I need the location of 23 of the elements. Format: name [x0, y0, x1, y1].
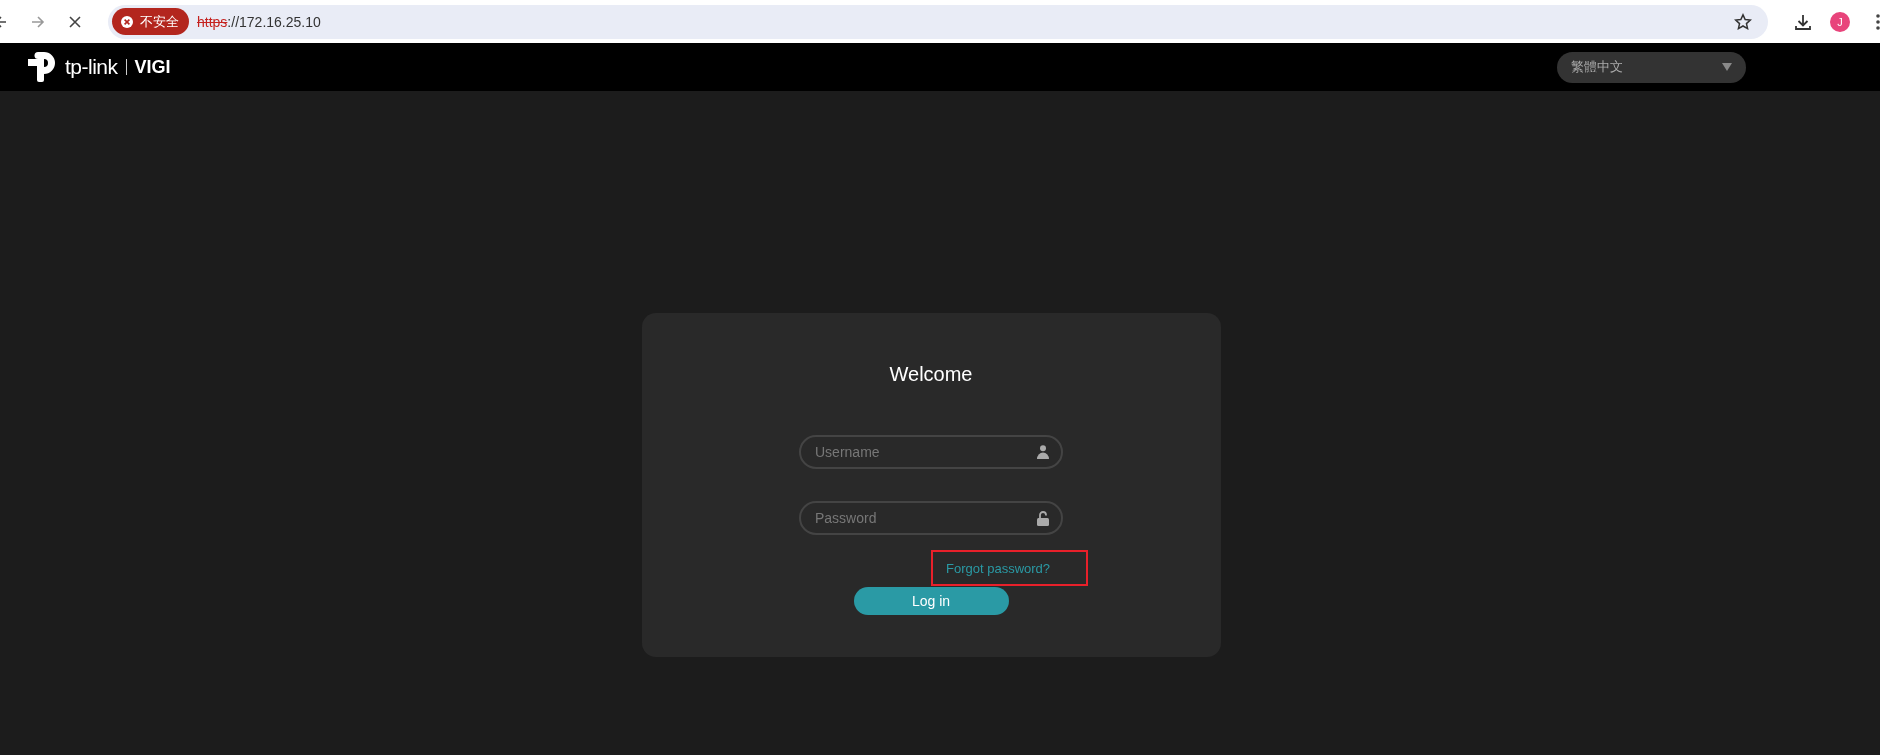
- forward-arrow-icon[interactable]: [30, 13, 46, 30]
- brand-name: tp-link: [65, 55, 118, 79]
- profile-avatar[interactable]: J: [1830, 11, 1850, 32]
- product-name: VIGI: [134, 56, 171, 78]
- unlocked-padlock-icon: [1037, 511, 1049, 526]
- dropdown-caret-icon: [1722, 63, 1732, 71]
- address-bar[interactable]: 不安全 https://172.16.25.10: [108, 4, 1769, 39]
- username-field[interactable]: Username: [799, 435, 1063, 469]
- url-text: ://172.16.25.10: [227, 13, 321, 30]
- close-icon[interactable]: [68, 14, 82, 29]
- login-button[interactable]: Log in: [853, 587, 1009, 615]
- forgot-password-link[interactable]: Forgot password?: [946, 560, 1051, 576]
- welcome-title: Welcome: [889, 362, 973, 386]
- star-icon[interactable]: [1734, 12, 1753, 31]
- security-chip[interactable]: 不安全: [112, 8, 189, 35]
- user-icon: [1037, 445, 1049, 459]
- security-label: 不安全: [140, 12, 179, 31]
- url-scheme: https: [197, 13, 228, 30]
- menu-icon[interactable]: [1876, 13, 1880, 30]
- error-circle-icon: [120, 14, 134, 29]
- language-select[interactable]: 繁體中文: [1557, 51, 1746, 83]
- password-field[interactable]: Password: [799, 501, 1063, 535]
- download-icon[interactable]: [1794, 12, 1813, 31]
